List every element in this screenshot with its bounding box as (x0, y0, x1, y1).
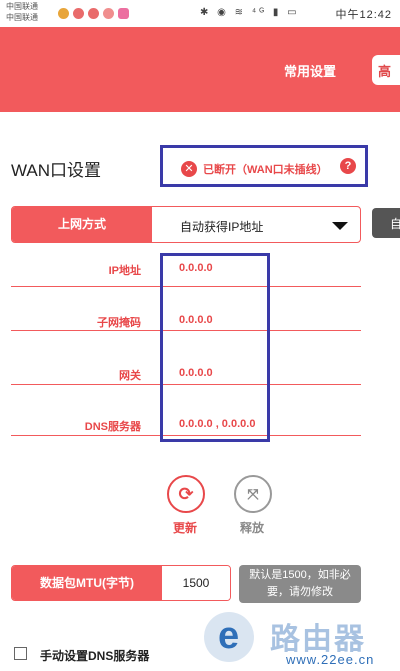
status-bar: 中国联通 中国联通 ✱ ◉ ≋ ⁴ᴳ ▮ ▭ 中午12:42 (0, 0, 400, 27)
manual-dns-label[interactable]: 手动设置DNS服务器 (40, 647, 149, 664)
notification-icon (88, 8, 99, 19)
subnet-label: 子网掩码 (97, 317, 141, 329)
mtu-field-row: 数据包MTU(字节) (11, 565, 231, 601)
help-circle-icon[interactable]: ? (340, 158, 356, 174)
connection-type-value[interactable]: 自动获得IP地址 (180, 218, 263, 235)
clock: 中午12:42 (335, 9, 392, 21)
auto-button[interactable]: 自 (372, 208, 400, 238)
system-status-icons: ✱ ◉ ≋ ⁴ᴳ ▮ ▭ (200, 7, 300, 18)
site-watermark: e 路由器 www.22ee.cn (200, 612, 400, 671)
connection-type-select[interactable]: 上网方式 自动获得IP地址 (11, 206, 361, 243)
mtu-label: 数据包MTU(字节) (12, 566, 162, 600)
notification-icon (73, 8, 84, 19)
carrier-label-1: 中国联通 (6, 2, 38, 11)
mtu-hint-tooltip: 默认是1500，如非必要，请勿修改 (239, 565, 361, 603)
manual-dns-checkbox[interactable] (14, 647, 27, 660)
release-icon: ⤧ (247, 486, 259, 502)
gateway-label: 网关 (119, 370, 141, 382)
page-title: WAN口设置 (11, 161, 102, 180)
notification-icon (58, 8, 69, 19)
release-label[interactable]: 释放 (240, 519, 264, 536)
connection-type-label: 上网方式 (12, 207, 152, 242)
refresh-icon: ⟳ (178, 484, 194, 504)
wan-status-text: 已断开（WAN口未插线） (203, 164, 328, 176)
dns-label: DNS服务器 (84, 421, 141, 433)
ip-label: IP地址 (108, 265, 141, 277)
notification-icon (103, 8, 114, 19)
refresh-button[interactable]: ⟳ (167, 475, 205, 513)
close-circle-icon: ✕ (181, 161, 197, 177)
chevron-down-icon[interactable] (332, 222, 348, 230)
watermark-url: www.22ee.cn (286, 652, 375, 667)
values-highlight (160, 253, 270, 442)
nav-advanced-settings[interactable]: 高 (372, 55, 400, 85)
mtu-input[interactable] (162, 566, 230, 600)
app-notification-icon (118, 8, 129, 19)
app-header: 常用设置 高 (0, 27, 400, 112)
release-button[interactable]: ⤧ (234, 475, 272, 513)
wan-status-highlight: ✕ 已断开（WAN口未插线） (160, 145, 368, 187)
watermark-logo-letter: e (218, 615, 240, 657)
nav-common-settings[interactable]: 常用设置 (284, 61, 336, 80)
carrier-label-2: 中国联通 (6, 13, 38, 22)
refresh-label[interactable]: 更新 (173, 519, 197, 536)
